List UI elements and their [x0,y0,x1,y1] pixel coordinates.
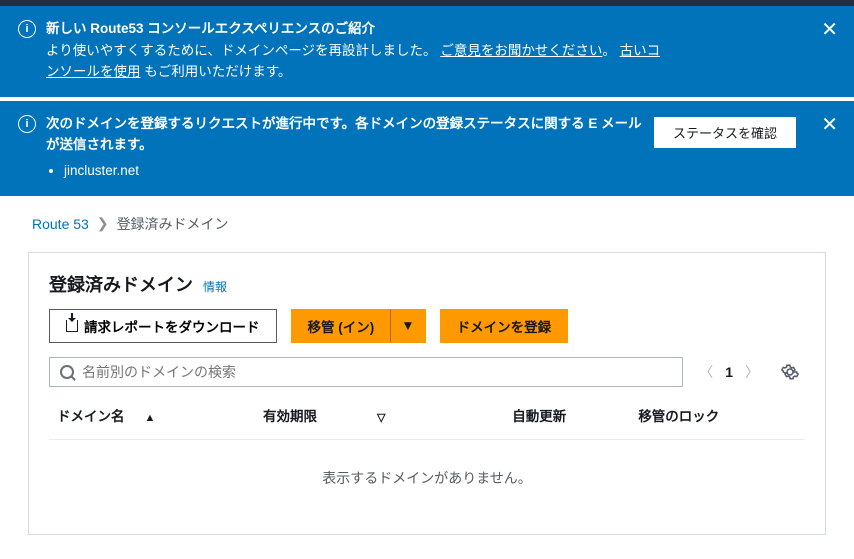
prev-page-button[interactable]: 〈 [699,362,713,382]
banner1-text-b: もご利用いただけます。 [141,64,292,79]
close-icon[interactable]: ✕ [821,20,838,40]
settings-button[interactable] [775,357,805,387]
pagination: 〈 1 〉 [699,362,759,382]
search-icon [60,365,74,379]
info-icon: i [18,20,36,38]
info-icon: i [18,115,36,133]
page-title: 登録済みドメイン [49,271,193,297]
col-domain-name[interactable]: ドメイン名▲ [49,395,255,440]
registered-domains-panel: 登録済みドメイン 情報 請求レポートをダウンロード 移管 (イン) ▼ ドメイン… [28,252,826,535]
next-page-button[interactable]: 〉 [745,362,759,382]
transfer-in-dropdown[interactable]: ▼ [390,309,425,343]
breadcrumb-current: 登録済みドメイン [117,214,229,234]
caret-down-icon: ▼ [401,318,414,333]
gear-icon [781,363,799,381]
col-expiry[interactable]: 有効期限▽ [255,395,504,440]
col-transfer-lock[interactable]: 移管のロック [630,395,805,440]
search-input[interactable] [82,364,672,380]
download-icon [66,320,78,332]
register-domain-button[interactable]: ドメインを登録 [440,309,569,343]
download-report-button[interactable]: 請求レポートをダウンロード [49,309,277,343]
info-banner-registration-pending: i 次のドメインを登録するリクエストが進行中です。各ドメインの登録ステータスに関… [0,101,854,196]
banner2-text: 次のドメインを登録するリクエストが進行中です。各ドメインの登録ステータスに関する… [46,116,642,153]
sort-asc-icon: ▲ [145,412,156,424]
info-banner-new-console: i 新しい Route53 コンソールエクスペリエンスのご紹介 より使いやすくす… [0,6,854,97]
sort-none-icon: ▽ [377,412,385,424]
search-input-wrapper[interactable] [49,357,683,387]
page-number: 1 [725,364,733,380]
breadcrumb-root[interactable]: Route 53 [32,216,89,232]
close-icon[interactable]: ✕ [821,115,838,135]
check-status-button[interactable]: ステータスを確認 [654,117,796,148]
feedback-link[interactable]: ご意見をお聞かせください [440,43,602,58]
pending-domain: jincluster.net [64,160,644,182]
chevron-right-icon: ❯ [97,215,109,232]
transfer-in-button[interactable]: 移管 (イン) [291,309,391,343]
banner1-headline: 新しい Route53 コンソールエクスペリエンスのご紹介 [46,18,666,40]
domains-table: ドメイン名▲ 有効期限▽ 自動更新 移管のロック 表示するドメインがありません。 [49,395,805,524]
banner1-text-a: より使いやすくするために、ドメインページを再設計しました。 [46,43,437,58]
breadcrumb: Route 53 ❯ 登録済みドメイン [28,214,826,252]
info-link[interactable]: 情報 [203,278,227,295]
col-auto-renew[interactable]: 自動更新 [504,395,630,440]
